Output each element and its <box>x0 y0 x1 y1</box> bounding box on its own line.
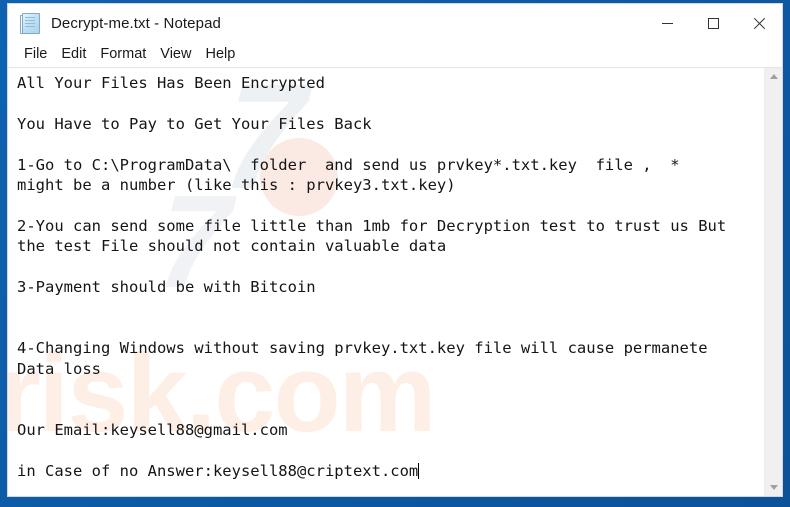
text-line: 2-You can send some file little than 1mb… <box>17 216 727 235</box>
text-line <box>17 379 758 399</box>
title-bar[interactable]: Decrypt-me.txt - Notepad <box>8 4 782 42</box>
window-title: Decrypt-me.txt - Notepad <box>51 14 221 32</box>
text-line: the test File should not contain valuabl… <box>17 237 447 256</box>
text-line <box>17 195 758 215</box>
menu-item-file[interactable]: File <box>17 44 54 65</box>
scroll-up-arrow[interactable] <box>765 68 782 85</box>
text-line: 1-Go to C:\ProgramData\ folder and send … <box>17 155 680 174</box>
text-line <box>17 93 758 113</box>
menu-bar: File Edit Format View Help <box>8 42 782 67</box>
notepad-window: Decrypt-me.txt - Notepad File Edit Forma… <box>8 4 782 496</box>
text-line <box>17 440 758 460</box>
desktop-backdrop: Decrypt-me.txt - Notepad File Edit Forma… <box>0 0 790 507</box>
text-line: 4-Changing Windows without saving prvkey… <box>17 339 708 358</box>
text-line: Our Email:keysell88@gmail.com <box>17 420 288 439</box>
minimize-button[interactable] <box>644 4 690 42</box>
text-line: Data loss <box>17 359 101 378</box>
text-caret <box>418 462 420 479</box>
text-line <box>17 399 758 419</box>
close-icon <box>753 17 766 30</box>
text-line: in Case of no Answer:keysell88@criptext.… <box>17 461 420 480</box>
maximize-icon <box>707 17 719 29</box>
window-controls <box>644 4 782 42</box>
close-button[interactable] <box>736 4 782 42</box>
notepad-icon <box>20 12 42 34</box>
text-editor-content[interactable]: All Your Files Has Been Encrypted You Hav… <box>8 68 764 496</box>
text-line <box>17 297 758 317</box>
text-line: You Have to Pay to Get Your Files Back <box>17 114 372 133</box>
scroll-down-arrow[interactable] <box>765 479 782 496</box>
maximize-button[interactable] <box>690 4 736 42</box>
text-line: All Your Files Has Been Encrypted <box>17 74 325 92</box>
text-line: might be a number (like this : prvkey3.t… <box>17 176 456 194</box>
menu-item-edit[interactable]: Edit <box>54 44 93 65</box>
vertical-scrollbar[interactable] <box>764 68 782 496</box>
menu-item-format[interactable]: Format <box>93 44 153 65</box>
text-line <box>17 257 758 277</box>
minimize-icon <box>661 22 673 24</box>
text-line <box>17 134 758 154</box>
text-line <box>17 318 758 338</box>
text-line: 3-Payment should be with Bitcoin <box>17 278 316 296</box>
editor-area: 7 7 risk.com All Your Files Has Been Enc… <box>8 67 782 496</box>
menu-item-view[interactable]: View <box>153 44 198 65</box>
menu-item-help[interactable]: Help <box>198 44 242 65</box>
